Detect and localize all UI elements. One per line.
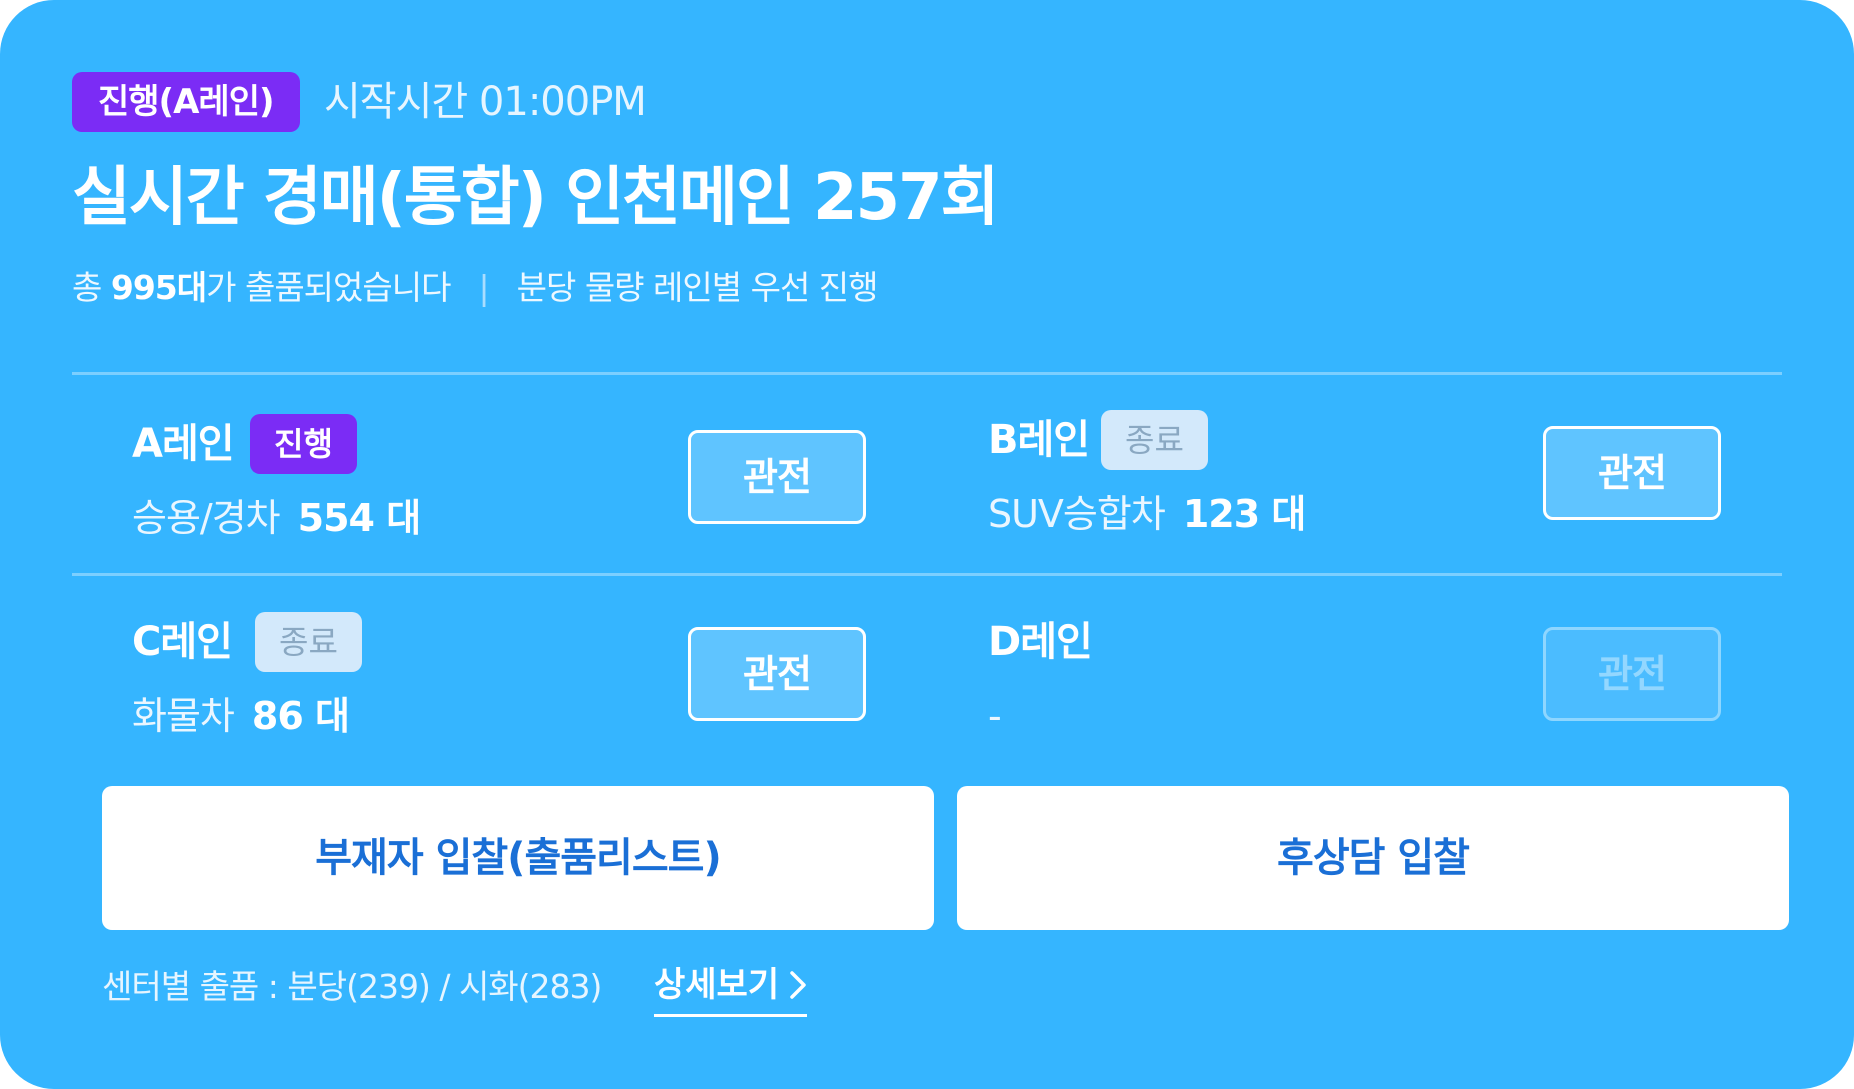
lane-a-category-label: 승용/경차 [132, 496, 281, 540]
absentee-bid-button[interactable]: 부재자 입찰(출품리스트) [102, 786, 934, 930]
lane-c-name: C레인 [132, 619, 233, 665]
live-status-badge: 진행(A레인) [72, 72, 300, 132]
lane-b-category: SUV승합차 123 대 [988, 486, 1307, 542]
lane-d-category-label: - [988, 694, 1002, 738]
lane-b-watch-button[interactable]: 관전 [1543, 426, 1721, 520]
lane-c-watch-button[interactable]: 관전 [688, 627, 866, 721]
divider-middle [72, 573, 1782, 576]
lane-b-name: B레인 [988, 417, 1090, 463]
lane-a-category: 승용/경차 554 대 [132, 490, 422, 546]
auction-card: 진행(A레인) 시작시간 01:00PM 실시간 경매(통합) 인천메인 257… [0, 0, 1854, 1089]
lane-c-category-label: 화물차 [132, 694, 235, 738]
summary-suffix: 가 출품되었습니다 [206, 268, 451, 307]
lane-a-status-badge: 진행 [250, 414, 357, 474]
lane-a-count: 554 대 [297, 496, 422, 540]
start-time: 시작시간 01:00PM [324, 79, 647, 125]
lane-d-category: - [988, 688, 1002, 744]
summary-note: 분당 물량 레인별 우선 진행 [516, 268, 879, 307]
divider-top [72, 372, 1782, 375]
lane-b-status-badge: 종료 [1101, 410, 1208, 470]
lane-d-name: D레인 [988, 619, 1093, 665]
lane-a-watch-button[interactable]: 관전 [688, 430, 866, 524]
chevron-right-icon [789, 960, 807, 1010]
summary-separator: | [478, 268, 489, 307]
detail-link[interactable]: 상세보기 [654, 960, 808, 1017]
lane-a-name: A레인 [132, 421, 235, 467]
lane-b-count: 123 대 [1182, 492, 1307, 536]
detail-link-label: 상세보기 [654, 965, 780, 1005]
summary-count: 995대 [110, 268, 207, 307]
auction-title: 실시간 경매(통합) 인천메인 257회 [72, 161, 999, 235]
lane-c-category: 화물차 86 대 [132, 688, 350, 744]
lane-d-watch-button: 관전 [1543, 627, 1721, 721]
lane-c-status-badge: 종료 [255, 612, 362, 672]
summary-prefix: 총 [72, 268, 111, 307]
listing-summary: 총 995대가 출품되었습니다 | 분당 물량 레인별 우선 진행 [72, 266, 879, 310]
lane-c-count: 86 대 [251, 694, 350, 738]
post-negotiation-bid-button[interactable]: 후상담 입찰 [957, 786, 1789, 930]
lane-b-category-label: SUV승합차 [988, 492, 1166, 536]
center-listing-info: 센터별 출품 : 분당(239) / 시화(283) [102, 967, 602, 1006]
